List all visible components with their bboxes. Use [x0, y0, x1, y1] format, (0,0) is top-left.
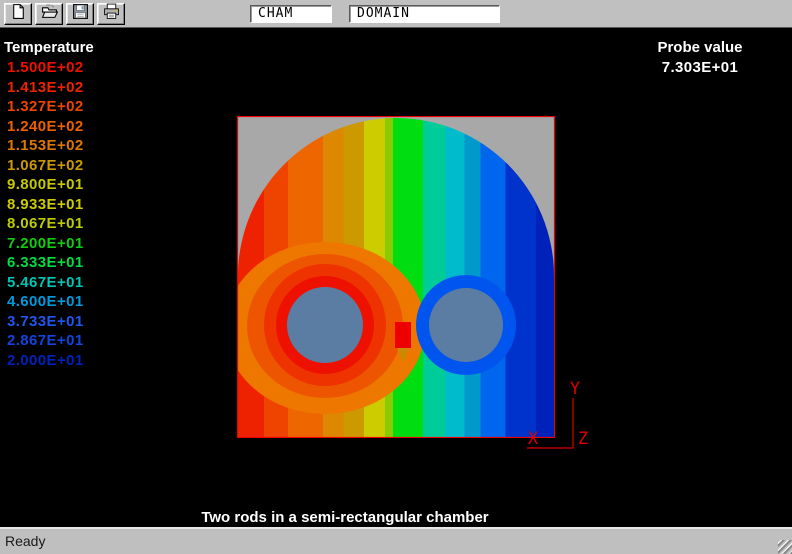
open-folder-icon: [41, 3, 58, 25]
axis-label-x: X: [528, 429, 539, 449]
legend-entry: 1.413E+02: [7, 79, 84, 99]
new-file-icon: [10, 3, 27, 25]
resize-grip[interactable]: [778, 540, 792, 554]
legend-entry: 8.933E+01: [7, 196, 84, 216]
legend-entry: 1.240E+02: [7, 118, 84, 138]
temperature-legend: 1.500E+021.413E+021.327E+021.240E+021.15…: [7, 59, 84, 371]
axis-label-z: Z: [578, 429, 588, 449]
probe-readout: Probe value 7.303E+01: [640, 39, 760, 76]
open-file-button[interactable]: [35, 3, 63, 25]
app-window: CHAM DOMAIN Temperature 1.500E+021.413E+…: [0, 0, 792, 554]
legend-entry: 3.733E+01: [7, 313, 84, 333]
toolbar: CHAM DOMAIN: [0, 0, 792, 28]
axis-triad: Y X Z: [515, 372, 597, 456]
save-floppy-icon: [72, 3, 89, 25]
probe-label: Probe value: [640, 39, 760, 56]
print-button[interactable]: [97, 3, 125, 25]
left-rod: [287, 287, 363, 363]
legend-title: Temperature: [4, 39, 94, 56]
status-text: Ready: [5, 533, 45, 549]
legend-entry: 7.200E+01: [7, 235, 84, 255]
axis-label-y: Y: [570, 379, 580, 399]
status-bar: Ready: [0, 527, 792, 554]
legend-entry: 1.153E+02: [7, 137, 84, 157]
printer-icon: [103, 3, 120, 25]
legend-entry: 1.500E+02: [7, 59, 84, 79]
cham-field[interactable]: CHAM: [250, 5, 332, 23]
legend-entry: 4.600E+01: [7, 293, 84, 313]
legend-entry: 1.327E+02: [7, 98, 84, 118]
new-file-button[interactable]: [4, 3, 32, 25]
plot-caption: Two rods in a semi-rectangular chamber: [180, 509, 510, 526]
probe-marker[interactable]: [395, 322, 411, 348]
domain-field[interactable]: DOMAIN: [349, 5, 500, 23]
save-button[interactable]: [66, 3, 94, 25]
legend-entry: 6.333E+01: [7, 254, 84, 274]
legend-entry: 2.000E+01: [7, 352, 84, 372]
legend-entry: 8.067E+01: [7, 215, 84, 235]
legend-entry: 2.867E+01: [7, 332, 84, 352]
contour-plot[interactable]: [237, 116, 555, 438]
legend-entry: 1.067E+02: [7, 157, 84, 177]
legend-entry: 9.800E+01: [7, 176, 84, 196]
graphics-canvas: Temperature 1.500E+021.413E+021.327E+021…: [0, 29, 792, 527]
probe-value: 7.303E+01: [640, 59, 760, 76]
right-rod: [429, 288, 503, 362]
legend-entry: 5.467E+01: [7, 274, 84, 294]
